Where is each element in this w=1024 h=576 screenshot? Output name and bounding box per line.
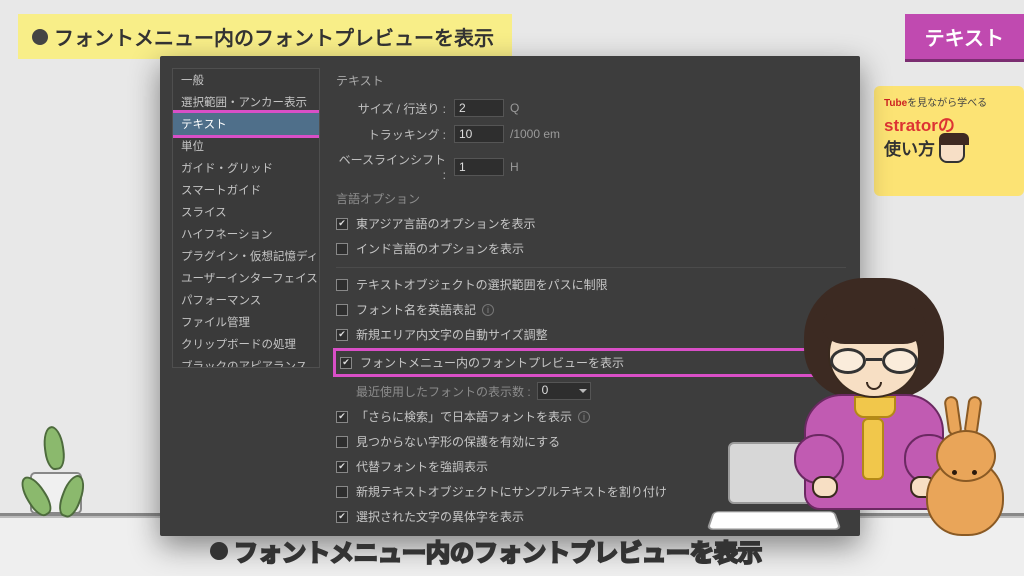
sidebar-item[interactable]: 単位 [173,135,319,157]
sidebar-item[interactable]: ハイフネーション [173,223,319,245]
size-leading-input[interactable] [454,99,504,117]
checkbox-find-more-jp[interactable] [336,411,348,423]
title-banner-top-text: フォントメニュー内のフォントプレビューを表示 [54,22,494,51]
sidebar-item[interactable]: ユーザーインターフェイス [173,267,319,289]
checkbox-protect-glyph[interactable] [336,436,348,448]
field-label: サイズ / 行送り : [336,100,446,117]
checkbox-english-font-name[interactable] [336,304,348,316]
sidebar-item[interactable]: ガイド・グリッド [173,157,319,179]
checkbox-alt-glyph[interactable] [336,511,348,523]
sidebar-item[interactable]: ブラックのアピアランス [173,355,319,368]
bullet-icon [210,542,228,560]
sidebar-item[interactable]: クリップボードの処理 [173,333,319,355]
corner-tag: テキスト [905,14,1024,62]
plant-decoration [30,472,82,514]
info-icon[interactable]: i [482,304,494,316]
baseline-shift-input[interactable] [454,158,504,176]
preferences-sidebar: 一般選択範囲・アンカー表示テキスト単位ガイド・グリッドスマートガイドスライスハイ… [172,68,320,368]
checkbox-auto-size-area[interactable] [336,329,348,341]
group-label-language: 言語オプション [336,190,846,207]
checkbox-limit-path[interactable] [336,279,348,291]
checkbox-highlight-sub[interactable] [336,461,348,473]
tracking-input[interactable] [454,125,504,143]
sidebar-item[interactable]: 一般 [173,69,319,91]
rabbit-illustration [918,416,1012,536]
checkbox-east-asian[interactable] [336,218,348,230]
sidebar-item[interactable]: パフォーマンス [173,289,319,311]
recent-count-select[interactable]: 0 [537,382,591,400]
avatar-mini-icon [939,137,965,163]
recent-count-label: 最近使用したフォントの表示数 : [356,383,531,400]
field-label: トラッキング : [336,126,446,143]
field-label: ベースラインシフト : [336,151,446,182]
checkbox-font-preview[interactable] [340,357,352,369]
checkbox-indic[interactable] [336,243,348,255]
sidebar-item[interactable]: 選択範囲・アンカー表示 [173,91,319,113]
sidebar-item[interactable]: スライス [173,201,319,223]
checkbox-sample-text[interactable] [336,486,348,498]
sidebar-item[interactable]: テキスト [173,113,319,135]
sidebar-item[interactable]: ファイル管理 [173,311,319,333]
title-banner-bottom-text: フォントメニュー内のフォントプレビューを表示 [234,533,762,568]
sidebar-item[interactable]: プラグイン・仮想記憶ディスク [173,245,319,267]
bullet-icon [32,29,48,45]
checkbox-row-font-preview: フォントメニュー内のフォントプレビューを表示 [336,351,846,374]
sidebar-item[interactable]: スマートガイド [173,179,319,201]
panel-title: テキスト [336,72,846,89]
side-promo-card: Tubeを見ながら学べる stratorの 使い方 [874,86,1024,196]
info-icon[interactable]: i [578,411,590,423]
title-banner-bottom: フォントメニュー内のフォントプレビューを表示 [210,533,762,568]
title-banner-top: フォントメニュー内のフォントプレビューを表示 [18,14,512,59]
